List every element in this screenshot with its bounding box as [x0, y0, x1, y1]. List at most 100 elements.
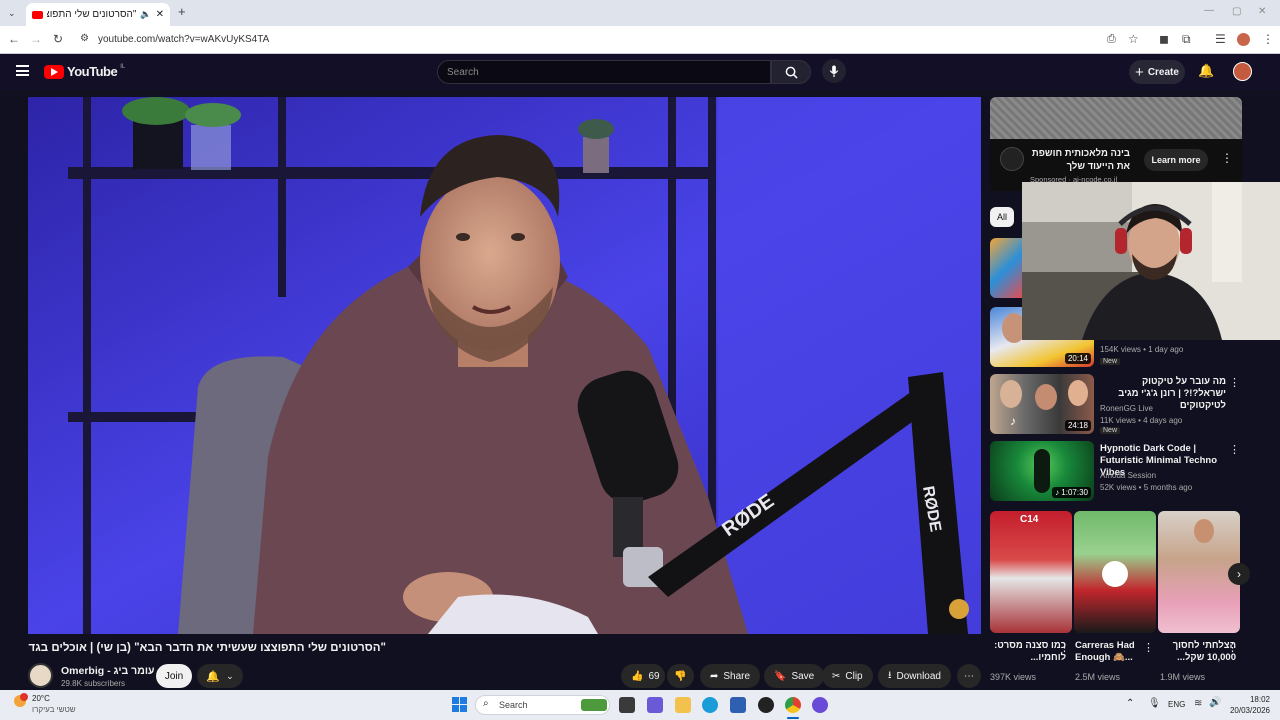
short-title[interactable]: כמו סצנה מסרט: לוחמיו...: [990, 640, 1066, 664]
bell-icon: 🔔: [206, 670, 221, 683]
thumbs-up-icon: 👍: [631, 670, 644, 682]
ad-menu-icon[interactable]: ⋮: [1221, 151, 1233, 165]
video-frame-image: RØDE RØDE: [28, 97, 981, 634]
bookmark-icon: 🔖: [774, 670, 787, 682]
microphone-icon: [829, 64, 839, 77]
recommendation-item[interactable]: ♪ 1:07:30 Hypnotic Dark Code | Futuristi…: [990, 441, 1242, 503]
learn-more-button[interactable]: Learn more: [1144, 149, 1208, 171]
account-avatar[interactable]: [1233, 62, 1252, 81]
ad-logo[interactable]: [1000, 147, 1024, 171]
clock-time[interactable]: 18:02: [1222, 695, 1270, 704]
install-app-icon[interactable]: ⎙: [1107, 33, 1116, 45]
short-menu-icon[interactable]: ⋮: [1059, 641, 1070, 654]
youtube-logo[interactable]: YouTube IL: [44, 64, 125, 79]
short-title[interactable]: Carreras Had Enough 🙈...: [1075, 640, 1151, 664]
puzzle-extensions-icon[interactable]: ⧉: [1182, 33, 1191, 45]
voice-search-button[interactable]: [822, 59, 846, 83]
tab-list-icon[interactable]: ⌄: [8, 7, 16, 19]
channel-avatar[interactable]: [28, 663, 53, 688]
clip-button[interactable]: ✂ Clip: [822, 664, 873, 688]
edge-icon[interactable]: [702, 697, 718, 713]
profile-avatar-icon[interactable]: [1237, 33, 1250, 46]
microphone-tray-icon[interactable]: 🎙: [1148, 698, 1161, 709]
video-menu-icon[interactable]: ⋮: [1229, 376, 1240, 389]
file-explorer-icon[interactable]: [675, 697, 691, 713]
bookmark-star-icon[interactable]: ☆: [1128, 33, 1139, 45]
wifi-icon[interactable]: ≋: [1194, 698, 1202, 709]
close-tab-icon[interactable]: ✕: [156, 9, 164, 20]
search-button[interactable]: [771, 60, 811, 84]
weather-widget[interactable]: 20°C שטשי בעיקרו: [14, 693, 94, 717]
more-actions-button[interactable]: ⋯: [957, 664, 981, 688]
maximize-icon[interactable]: ▢: [1232, 6, 1241, 18]
url-field[interactable]: youtube.com/watch?v=wAKvUyKS4TA: [98, 34, 269, 45]
video-duration: ♪ 1:07:30: [1052, 487, 1091, 498]
short-menu-icon[interactable]: ⋮: [1143, 641, 1154, 654]
tab-search-icon[interactable]: ☰: [1215, 33, 1226, 45]
volume-icon[interactable]: 🔊: [1209, 697, 1221, 708]
hamburger-menu-icon[interactable]: [16, 65, 29, 76]
ad-title[interactable]: בינה מלאכותית חושפת את הייעוד שלך: [1030, 147, 1130, 173]
speaker-icon[interactable]: 🔈: [140, 9, 151, 20]
video-thumbnail[interactable]: ♪ 24:18: [990, 374, 1094, 434]
clock-date[interactable]: 20/03/2026: [1222, 706, 1270, 715]
ad-banner-image[interactable]: [990, 97, 1242, 139]
dislike-button[interactable]: 👎: [667, 664, 694, 688]
short-views: 397K views: [990, 672, 1037, 682]
chevron-right-icon: ›: [1237, 567, 1241, 581]
forward-icon[interactable]: →: [30, 33, 42, 45]
short-overlay-text: C14: [1020, 514, 1039, 525]
reload-icon[interactable]: ↻: [53, 33, 63, 45]
create-button[interactable]: + Create: [1129, 60, 1185, 84]
site-info-icon[interactable]: ⚙: [80, 33, 89, 45]
discord-icon[interactable]: [812, 697, 828, 713]
video-menu-icon[interactable]: ⋮: [1229, 443, 1240, 456]
address-bar-row: ← → ↻ ⚙ youtube.com/watch?v=wAKvUyKS4TA …: [0, 26, 1280, 54]
back-icon[interactable]: ←: [8, 33, 20, 45]
browser-tab[interactable]: "הסרטונים שלי התפוצצו ש... 🔈 ✕: [26, 3, 170, 26]
minimize-icon[interactable]: —: [1204, 5, 1214, 17]
notifications-bell-icon[interactable]: 🔔: [1198, 63, 1214, 79]
new-badge: New: [1100, 358, 1121, 365]
recommendation-thumbnail-partial[interactable]: [990, 238, 1024, 298]
task-view-icon[interactable]: [619, 697, 635, 713]
chip-all[interactable]: All: [990, 207, 1014, 227]
plus-icon: +: [1135, 63, 1144, 81]
search-icon: [785, 66, 798, 79]
taskbar-search-box[interactable]: ⌕ Search: [475, 695, 610, 715]
windows-start-icon[interactable]: [452, 697, 467, 712]
chevron-up-icon[interactable]: ⌃: [1126, 698, 1134, 709]
video-player[interactable]: RØDE RØDE: [28, 97, 981, 634]
channel-name[interactable]: Omerbig - עומר ביג: [61, 665, 154, 677]
store-icon[interactable]: [730, 697, 746, 713]
weather-temp: 20°C: [32, 694, 50, 703]
shorts-next-button[interactable]: ›: [1228, 563, 1250, 585]
browser-menu-icon[interactable]: ⋮: [1262, 33, 1274, 45]
teams-icon[interactable]: [647, 697, 663, 713]
share-button[interactable]: ➦ Share: [700, 664, 761, 688]
search-box[interactable]: Search: [437, 60, 771, 84]
save-button[interactable]: 🔖 Save: [764, 664, 825, 688]
learn-more-label: Learn more: [1151, 155, 1201, 165]
short-title[interactable]: הצלחתי לחסוך 10,000 שקל...: [1160, 640, 1236, 664]
subscribed-button[interactable]: 🔔 ⌄: [197, 664, 243, 688]
extension-icon[interactable]: ◼: [1159, 33, 1169, 45]
input-language[interactable]: ENG: [1168, 700, 1185, 709]
webcam-overlay: [1022, 182, 1280, 340]
recommendation-item[interactable]: ♪ 24:18 מה עובר על טיקטוק ישראל?!? | רונ…: [990, 374, 1242, 436]
chrome-icon[interactable]: [785, 697, 801, 713]
like-button[interactable]: 👍 69: [621, 664, 665, 688]
download-button[interactable]: ⭳ Download: [878, 664, 951, 688]
new-tab-icon[interactable]: +: [178, 5, 186, 18]
video-thumbnail[interactable]: ♪ 1:07:30: [990, 441, 1094, 501]
save-label: Save: [791, 670, 815, 682]
join-button[interactable]: Join: [156, 664, 192, 688]
short-thumbnail[interactable]: C14: [990, 511, 1072, 633]
search-input[interactable]: Search: [447, 67, 479, 78]
window-close-icon[interactable]: ✕: [1258, 6, 1266, 18]
browser-tab-bar: ⌄ "הסרטונים שלי התפוצצו ש... 🔈 ✕ + — ▢ ✕: [0, 0, 1280, 26]
app-icon[interactable]: [758, 697, 774, 713]
short-thumbnail[interactable]: [1074, 511, 1156, 633]
short-menu-icon[interactable]: ⋮: [1227, 641, 1238, 654]
channel-name: Amoda Session: [1100, 471, 1157, 480]
